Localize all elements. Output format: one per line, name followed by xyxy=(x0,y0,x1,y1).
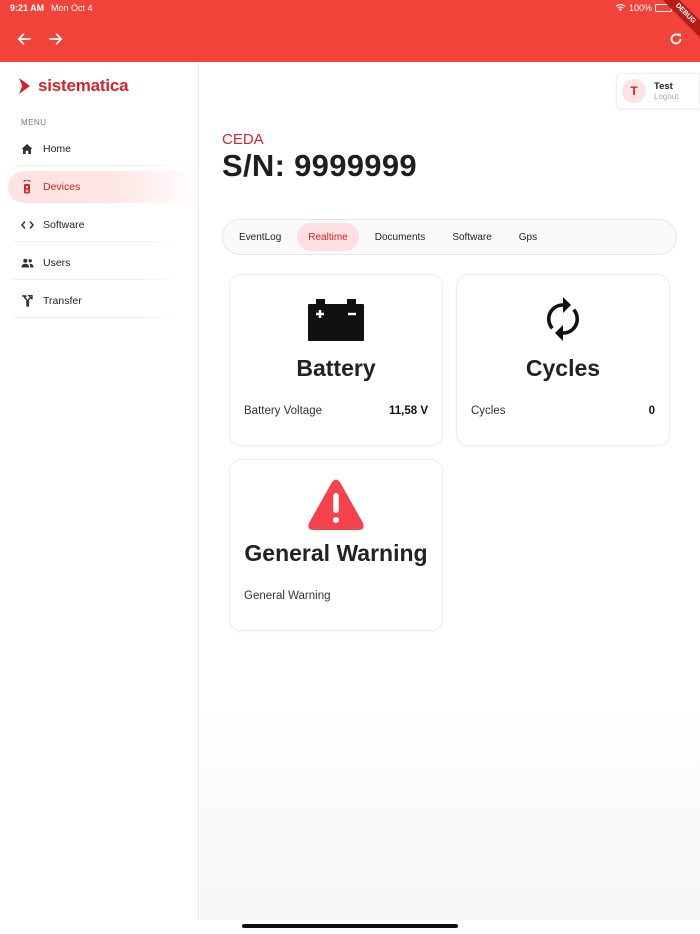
refresh-icon xyxy=(670,33,682,45)
cycles-label: Cycles xyxy=(471,405,506,417)
divider xyxy=(12,241,182,242)
brand-name: sistematica xyxy=(38,76,129,95)
user-name: Test xyxy=(654,80,673,92)
home-indicator[interactable] xyxy=(242,924,458,928)
general-warning-title: General Warning xyxy=(244,540,428,566)
wifi-icon xyxy=(615,3,626,13)
avatar: T xyxy=(622,79,646,103)
arrow-right-icon xyxy=(49,33,63,45)
cycles-value: 0 xyxy=(648,405,655,417)
general-warning-label: General Warning xyxy=(244,590,331,602)
device-model: CEDA xyxy=(222,131,264,148)
code-icon xyxy=(20,218,34,232)
brand-logo[interactable]: sistematica xyxy=(18,76,129,96)
tab-eventlog[interactable]: EventLog xyxy=(228,223,292,251)
sync-icon xyxy=(457,295,669,343)
tab-software[interactable]: Software xyxy=(441,223,502,251)
cycles-title: Cycles xyxy=(525,355,601,381)
status-time: 9:21 AM xyxy=(10,3,45,13)
forward-button[interactable] xyxy=(46,29,66,49)
cycles-card: Cycles Cycles 0 xyxy=(456,274,670,446)
battery-icon xyxy=(230,297,442,341)
user-info: Test Logout xyxy=(654,81,678,102)
sidebar-item-software[interactable]: Software xyxy=(8,209,199,241)
device-serial: S/N: 9999999 xyxy=(222,148,417,183)
divider xyxy=(12,279,182,280)
app-bar: 9:21 AM Mon Oct 4 100% DEBUG xyxy=(0,0,700,62)
sidebar-item-home[interactable]: Home xyxy=(8,133,199,165)
refresh-button[interactable] xyxy=(666,29,686,49)
logout-link[interactable]: Logout xyxy=(654,92,678,102)
tab-documents[interactable]: Documents xyxy=(364,223,437,251)
sidebar-item-label: Software xyxy=(43,219,85,231)
arrow-left-icon xyxy=(17,33,31,45)
users-icon xyxy=(20,256,34,270)
divider xyxy=(12,165,182,166)
divider xyxy=(12,317,182,318)
sidebar-item-label: Devices xyxy=(43,181,81,193)
battery-voltage-label: Battery Voltage xyxy=(244,405,322,417)
remote-icon xyxy=(20,180,34,194)
user-menu[interactable]: T Test Logout xyxy=(616,73,700,109)
sidebar-item-devices[interactable]: Devices xyxy=(8,171,199,203)
home-icon xyxy=(20,142,34,156)
sidebar-item-label: Home xyxy=(43,143,72,155)
main-content: T Test Logout CEDA S/N: 9999999 EventLog… xyxy=(200,62,700,920)
back-button[interactable] xyxy=(14,29,34,49)
cycles-row: Cycles 0 xyxy=(471,405,655,417)
sidebar-item-users[interactable]: Users xyxy=(8,247,199,279)
sidebar-item-label: Transfer xyxy=(43,295,82,307)
status-indicators: 100% xyxy=(615,3,674,13)
general-warning-card: General Warning General Warning xyxy=(229,459,443,631)
battery-percent: 100% xyxy=(628,3,652,13)
warning-icon xyxy=(230,478,442,532)
battery-voltage-row: Battery Voltage 11,58 V xyxy=(244,405,428,417)
transfer-icon xyxy=(20,294,34,308)
chevron-logo-icon xyxy=(19,78,30,94)
tab-realtime[interactable]: Realtime xyxy=(297,223,359,251)
sidebar-item-label: Users xyxy=(43,257,71,269)
battery-card: Battery Battery Voltage 11,58 V xyxy=(229,274,443,446)
sidebar-item-transfer[interactable]: Transfer xyxy=(8,285,199,317)
status-date: Mon Oct 4 xyxy=(51,3,93,13)
battery-voltage-value: 11,58 V xyxy=(388,405,428,417)
sidebar: sistematica MENU Home Devices Software U… xyxy=(0,62,199,920)
general-warning-row: General Warning xyxy=(244,590,428,602)
tab-gps[interactable]: Gps xyxy=(508,223,548,251)
menu-caption: MENU xyxy=(21,118,47,127)
battery-title: Battery xyxy=(296,355,376,381)
device-tabs: EventLog Realtime Documents Software Gps xyxy=(222,219,677,255)
